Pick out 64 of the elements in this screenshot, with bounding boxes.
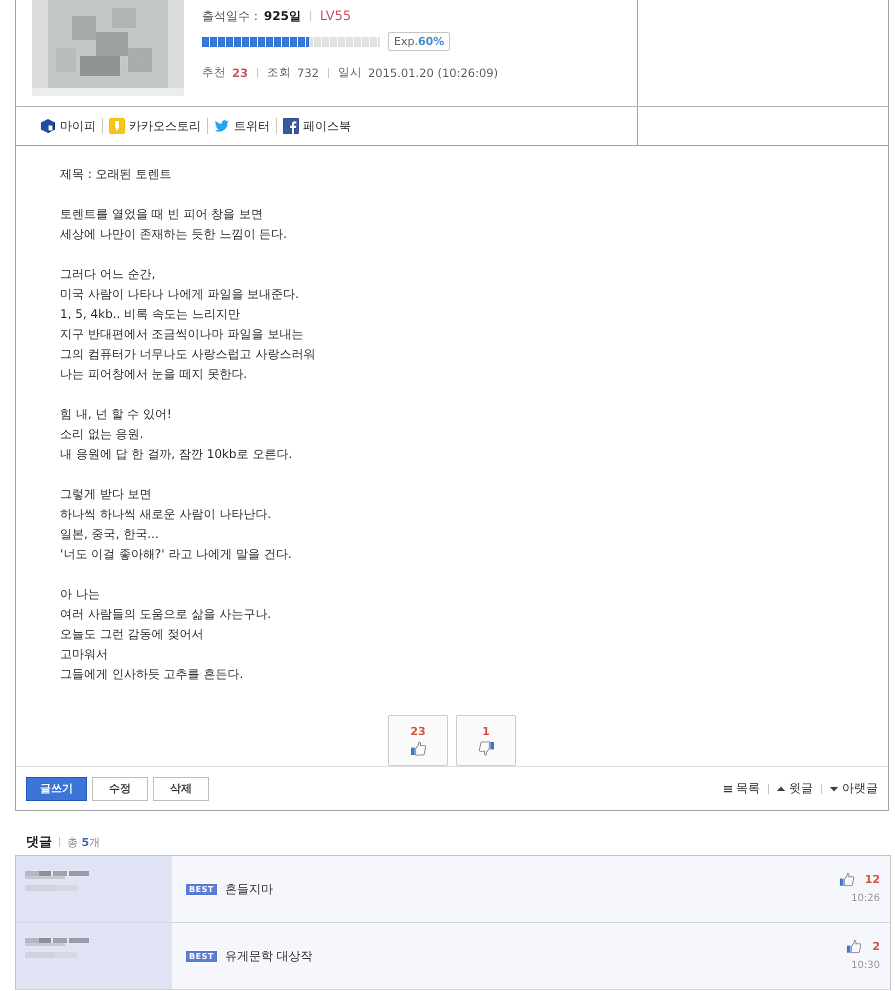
comment-text: 흔들지마	[224, 880, 273, 898]
body-text: '너도 이걸 좋아해?' 라고 나에게 말을 건다.	[60, 546, 293, 563]
comments-heading: 댓글	[26, 834, 52, 851]
body-text: 여러 사람들의 도움으로 삶을 사는구나.	[60, 606, 272, 623]
body-text: 힘 내, 넌 할 수 있어!	[60, 406, 173, 423]
stat-value: 23	[232, 66, 248, 80]
triangle-up-icon	[777, 784, 785, 792]
body-text: 세상에 나만이 존재하는 듯한 느낌이 든다.	[60, 226, 288, 243]
body-text: 토렌트를 열었을 때 빈 피어 창을 보면	[60, 206, 264, 223]
stat-value: 2015.01.20 (10:26:09)	[368, 66, 498, 80]
exp-tooltip: Exp.60%	[388, 32, 450, 51]
best-badge: BEST	[186, 950, 217, 962]
comment-time: 10:26	[851, 893, 880, 904]
body-text: 일본, 중국, 한국...	[60, 526, 160, 543]
body-text: 아 나는	[60, 586, 101, 603]
nav-link[interactable]: 목록	[724, 780, 760, 797]
stat-label: 조회	[267, 65, 292, 80]
body-text: 오늘도 그런 감동에 젖어서	[60, 626, 204, 643]
share-link[interactable]: 트위터	[214, 118, 270, 134]
body-text: 소리 없는 응원.	[60, 426, 144, 443]
body-text: 그의 컴퓨터가 너무나도 사랑스럽고 사랑스러워	[60, 346, 316, 363]
cube-icon	[40, 118, 56, 134]
comment-time: 10:30	[851, 960, 880, 971]
downvote-button[interactable]: 1	[456, 715, 516, 766]
share-link[interactable]: 마이피	[40, 118, 96, 134]
body-text: 그렇게 받다 보면	[60, 486, 153, 503]
action-button[interactable]: 수정	[92, 776, 148, 800]
post-title: 제목 : 오래된 토렌트	[60, 166, 172, 183]
attendance-label: 출석일수 :	[202, 8, 258, 24]
body-text: 그들에게 인사하듯 고추를 흔든다.	[60, 666, 244, 683]
comment-text: 유게문학 대상작	[224, 948, 313, 964]
nav-link[interactable]: 윗글	[777, 780, 813, 797]
triangle-down-icon	[830, 784, 838, 792]
thumbs-down-icon	[478, 741, 494, 756]
body-text: 나는 피어창에서 눈을 떼지 못한다.	[60, 366, 248, 383]
like-count: 2	[872, 940, 880, 953]
list-icon	[724, 784, 732, 792]
level-label: LV55	[320, 8, 352, 24]
like-count: 12	[864, 873, 880, 886]
body-text: 내 응원에 답 한 걸까, 잠깐 10kb로 오른다.	[60, 446, 294, 463]
share-link[interactable]: 카카오스토리	[109, 118, 201, 134]
comment-count: 총 5개	[67, 834, 100, 850]
share-link[interactable]: 페이스북	[283, 118, 351, 134]
body-text: 1, 5, 4kb.. 비록 속도는 느리지만	[60, 306, 241, 323]
best-badge: BEST	[186, 884, 217, 894]
thumbs-up-icon	[846, 939, 862, 954]
bird-icon	[214, 118, 230, 134]
write-button[interactable]: 글쓰기	[26, 776, 87, 800]
stat-label: 추천	[202, 65, 226, 80]
facebook-icon	[283, 118, 299, 134]
upvote-button[interactable]: 23	[388, 715, 448, 766]
body-text: 지구 반대편에서 조금씩이나마 파일을 보내는	[60, 326, 304, 343]
body-text: 미국 사람이 나타나 나에게 파일을 보내준다.	[60, 286, 300, 303]
thumbs-up-icon	[410, 741, 426, 756]
body-text: 그러다 어느 순간,	[60, 266, 156, 283]
stat-label: 일시	[338, 65, 362, 80]
attendance-value: 925일	[264, 8, 301, 24]
body-text: 하나씩 하나씩 새로운 사람이 나타난다.	[60, 506, 272, 523]
thumbs-up-icon	[838, 872, 855, 887]
kakaostory-icon	[109, 118, 125, 134]
stat-value: 732	[297, 66, 319, 80]
action-button[interactable]: 삭제	[153, 776, 209, 800]
body-text: 고마워서	[60, 646, 109, 663]
nav-link[interactable]: 아랫글	[830, 780, 878, 797]
